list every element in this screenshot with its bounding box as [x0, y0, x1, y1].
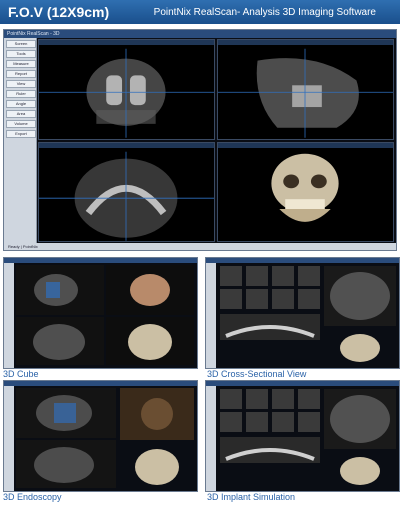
implant-views	[220, 389, 396, 485]
tool-report[interactable]: Report	[6, 70, 36, 78]
tool-tools[interactable]: Tools	[6, 50, 36, 58]
thumb-cross-sectional	[205, 257, 400, 369]
status-bar: Ready | PointNix	[4, 243, 396, 250]
cross-views	[220, 266, 396, 362]
thumb-titlebar	[4, 381, 197, 386]
banner-title: F.O.V (12X9cm)	[8, 4, 110, 20]
endo-views	[16, 388, 194, 488]
tool-area[interactable]: Area	[6, 110, 36, 118]
thumb-toolbar	[4, 386, 14, 491]
main-screenshot: PointNix RealScan - 3D Screen Tools Meas…	[3, 29, 397, 251]
coronal-image	[39, 48, 214, 138]
axial-viewport[interactable]	[38, 141, 215, 242]
thumb-titlebar	[4, 258, 197, 263]
banner-subtitle: PointNix RealScan- Analysis 3D Imaging S…	[153, 7, 376, 18]
thumb-endoscopy	[3, 380, 198, 492]
skull-render	[271, 153, 339, 222]
tool-panel: Screen Tools Measure Report View Ruler A…	[4, 38, 37, 250]
viewport-header	[39, 40, 214, 45]
tool-angle[interactable]: Angle	[6, 100, 36, 108]
caption-3d-cube: 3D Cube	[3, 369, 39, 379]
thumb-toolbar	[206, 386, 216, 491]
caption-cross-sectional: 3D Cross-Sectional View	[207, 369, 307, 379]
viewport-header	[39, 142, 214, 148]
tool-measure[interactable]: Measure	[6, 60, 36, 68]
viewport-header	[218, 40, 393, 45]
viewport-header	[218, 142, 393, 148]
thumb-3d-cube	[3, 257, 198, 369]
caption-endoscopy: 3D Endoscopy	[3, 492, 62, 502]
thumb-toolbar	[206, 263, 216, 368]
sagittal-image	[218, 48, 393, 138]
tool-export[interactable]: Export	[6, 130, 36, 138]
thumb-titlebar	[206, 258, 399, 263]
cube-views	[16, 265, 194, 365]
tool-view[interactable]: View	[6, 80, 36, 88]
tool-volume[interactable]: Volume	[6, 120, 36, 128]
viewport-grid	[38, 39, 394, 242]
coronal-viewport[interactable]	[38, 39, 215, 140]
axial-image	[39, 151, 214, 241]
sagittal-viewport[interactable]	[217, 39, 394, 140]
thumb-titlebar	[206, 381, 399, 386]
tool-ruler[interactable]: Ruler	[6, 90, 36, 98]
thumb-toolbar	[4, 263, 14, 368]
volume-render-viewport[interactable]	[217, 141, 394, 242]
thumb-implant-simulation	[205, 380, 400, 492]
caption-implant-simulation: 3D Implant Simulation	[207, 492, 296, 502]
tool-screen[interactable]: Screen	[6, 40, 36, 48]
window-title: PointNix RealScan - 3D	[4, 30, 396, 38]
banner: F.O.V (12X9cm) PointNix RealScan- Analys…	[0, 0, 400, 24]
